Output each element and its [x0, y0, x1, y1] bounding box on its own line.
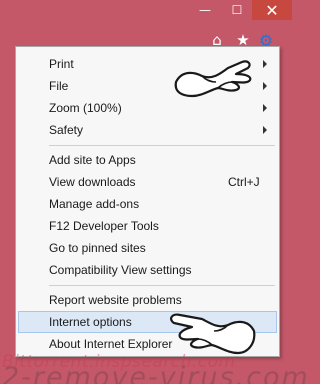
menu-item-shortcut: Ctrl+J	[228, 175, 260, 189]
menu-item-label: Internet options	[49, 315, 132, 329]
title-bar: — ☐ ✕	[0, 0, 292, 26]
minimize-button[interactable]: —	[190, 0, 220, 20]
menu-item-label: Go to pinned sites	[49, 241, 146, 255]
menu-item-label: View downloads	[49, 175, 136, 189]
menu-separator	[49, 285, 275, 286]
menu-item-label: Safety	[49, 123, 84, 137]
menu-item-label: Report website problems	[49, 293, 182, 307]
menu-item-file[interactable]: File	[18, 75, 277, 97]
menu-item-about-internet-explorer[interactable]: About Internet Explorer	[18, 333, 277, 355]
menu-item-go-to-pinned-sites[interactable]: Go to pinned sites	[18, 237, 277, 259]
menu-item-label: F12 Developer Tools	[49, 219, 159, 233]
menu-item-label: Manage add-ons	[49, 197, 140, 211]
menu-item-f12-developer-tools[interactable]: F12 Developer Tools	[18, 215, 277, 237]
maximize-button[interactable]: ☐	[222, 0, 252, 20]
menu-item-manage-add-ons[interactable]: Manage add-ons	[18, 193, 277, 215]
menu-item-view-downloads[interactable]: View downloads Ctrl+J	[18, 171, 277, 193]
menu-item-add-site-to-apps[interactable]: Add site to Apps	[18, 149, 277, 171]
menu-item-internet-options[interactable]: Internet options	[18, 311, 277, 333]
menu-item-label: Compatibility View settings	[49, 263, 192, 277]
watermark-line-2: 2-remove-virus.com	[2, 362, 310, 384]
menu-item-report-website-problems[interactable]: Report website problems	[18, 289, 277, 311]
menu-item-label: File	[49, 79, 69, 93]
submenu-arrow-icon	[263, 60, 267, 68]
menu-item-zoom[interactable]: Zoom (100%)	[18, 97, 277, 119]
menu-item-compatibility-view-settings[interactable]: Compatibility View settings	[18, 259, 277, 281]
close-button[interactable]: ✕	[252, 0, 292, 20]
menu-item-label: Add site to Apps	[49, 153, 136, 167]
menu-item-label: Zoom (100%)	[49, 101, 122, 115]
menu-item-safety[interactable]: Safety	[18, 119, 277, 141]
submenu-arrow-icon	[263, 104, 267, 112]
menu-item-label: About Internet Explorer	[49, 337, 173, 351]
submenu-arrow-icon	[263, 82, 267, 90]
submenu-arrow-icon	[263, 126, 267, 134]
menu-separator	[49, 145, 275, 146]
menu-item-print[interactable]: Print	[18, 53, 277, 75]
menu-item-label: Print	[49, 57, 74, 71]
tools-menu: Print File Zoom (100%) Safety Add site t…	[15, 46, 280, 357]
